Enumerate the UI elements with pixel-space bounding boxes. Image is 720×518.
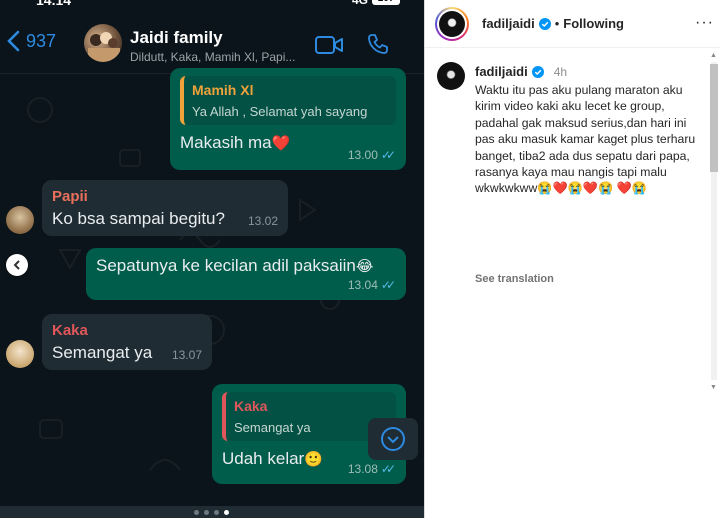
quoted-sender: Kaka <box>234 398 268 414</box>
scroll-down-arrow-icon[interactable]: ▼ <box>710 384 717 391</box>
sender-name: Kaka <box>52 322 88 339</box>
following-button[interactable]: Following <box>563 16 624 31</box>
battery-indicator: 107 <box>372 0 400 5</box>
double-check-icon: ✓✓ <box>380 148 396 162</box>
chevron-left-icon <box>13 260 20 270</box>
carousel-dots <box>194 510 229 515</box>
message-text: Semangat ya <box>52 343 153 362</box>
caption-text: Waktu itu pas aku pulang maraton aku kir… <box>475 83 696 196</box>
back-button[interactable]: 937 <box>6 30 56 52</box>
message-text: Makasih ma <box>180 133 272 152</box>
double-check-icon: ✓✓ <box>380 278 396 292</box>
avatar-kaka[interactable] <box>6 340 34 368</box>
message-meta: 13.00 ✓✓ <box>348 148 396 162</box>
unread-count: 937 <box>26 30 57 51</box>
scrollbar-thumb[interactable] <box>710 64 718 172</box>
message-meta: 13.02 <box>248 214 278 228</box>
carousel-dot-active[interactable] <box>224 510 229 515</box>
message-bubble-incoming[interactable]: Kaka Semangat ya 13.07 <box>42 314 212 370</box>
group-members: Dildutt, Kaka, Mamih Xl, Papi... <box>130 50 296 64</box>
message-bubble-outgoing[interactable]: Mamih Xl Ya Allah , Selamat yah sayang M… <box>170 68 406 170</box>
username-link[interactable]: fadiljaidi <box>482 16 535 31</box>
scroll-to-bottom-button[interactable] <box>368 418 418 460</box>
phone-call-icon[interactable] <box>366 32 390 56</box>
message-meta: 13.04 ✓✓ <box>348 278 396 292</box>
carousel-dot[interactable] <box>204 510 209 515</box>
carousel-dot[interactable] <box>194 510 199 515</box>
message-time: 13.07 <box>171 348 202 362</box>
verified-badge-icon <box>538 17 551 30</box>
message-time: 13.02 <box>247 214 278 228</box>
group-avatar[interactable] <box>84 24 122 62</box>
caption-author: fadiljaidi 4h <box>475 64 567 79</box>
group-name[interactable]: Jaidi family <box>130 28 223 48</box>
video-call-icon[interactable] <box>314 34 344 56</box>
chat-header: 937 Jaidi family Dildutt, Kaka, Mamih Xl… <box>0 8 424 74</box>
carousel-dot[interactable] <box>214 510 219 515</box>
message-time: 13.08 <box>347 462 378 476</box>
scroll-up-arrow-icon[interactable]: ▲ <box>710 52 717 59</box>
previous-image-button[interactable] <box>6 254 28 276</box>
caption-avatar[interactable] <box>437 62 465 90</box>
chevron-down-circle-icon <box>381 427 405 451</box>
double-check-icon: ✓✓ <box>380 462 396 476</box>
message-time: 13.00 <box>347 148 378 162</box>
group-photo-icon <box>88 32 120 62</box>
avatar-papii[interactable] <box>6 206 34 234</box>
more-options-icon[interactable]: ··· <box>695 14 714 32</box>
message-meta: 13.07 <box>172 348 202 362</box>
caption-scrollbar[interactable]: ▲ ▼ <box>709 52 719 392</box>
whatsapp-screenshot: 14.14 4G 107 937 Jaidi family Dildutt, K… <box>0 0 424 518</box>
instagram-post-panel: fadiljaidi • Following ··· fadiljaidi 4h… <box>424 0 720 518</box>
network-indicator: 4G <box>352 0 369 7</box>
quoted-sender: Mamih Xl <box>192 82 254 98</box>
quoted-text: Ya Allah , Selamat yah sayang <box>192 104 368 119</box>
chevron-left-icon <box>7 30 20 52</box>
profile-picture <box>439 11 465 37</box>
post-age[interactable]: 4h <box>554 65 567 79</box>
laughing-emoji: 😂 <box>355 257 374 275</box>
message-text: Sepatunya ke kecilan adil paksaiin <box>96 256 356 275</box>
post-author: fadiljaidi • Following <box>482 16 624 31</box>
message-text: Ko bsa sampai begitu? <box>52 209 225 228</box>
phone-status-bar: 14.14 4G 107 <box>0 0 424 8</box>
story-ring-avatar[interactable] <box>435 7 469 41</box>
message-bubble-outgoing[interactable]: Sepatunya ke kecilan adil paksaiin😂 13.0… <box>86 248 406 300</box>
caption-username[interactable]: fadiljaidi <box>475 64 528 79</box>
message-text: Udah kelar <box>222 449 305 468</box>
quoted-text: Semangat ya <box>234 420 311 435</box>
post-header: fadiljaidi • Following ··· <box>425 0 720 48</box>
sender-name: Papii <box>52 188 88 205</box>
message-bubble-incoming[interactable]: Papii Ko bsa sampai begitu? 13.02 <box>42 180 288 236</box>
smile-emoji: 🙂 <box>304 450 323 468</box>
quoted-message[interactable]: Mamih Xl Ya Allah , Selamat yah sayang <box>180 76 396 125</box>
heart-emoji: ❤️ <box>271 134 291 152</box>
status-time: 14.14 <box>36 0 72 8</box>
separator-dot: • <box>554 16 560 31</box>
see-translation-link[interactable]: See translation <box>475 273 554 285</box>
verified-badge-icon <box>531 65 544 78</box>
message-time: 13.04 <box>347 278 378 292</box>
message-meta: 13.08 ✓✓ <box>348 462 396 476</box>
